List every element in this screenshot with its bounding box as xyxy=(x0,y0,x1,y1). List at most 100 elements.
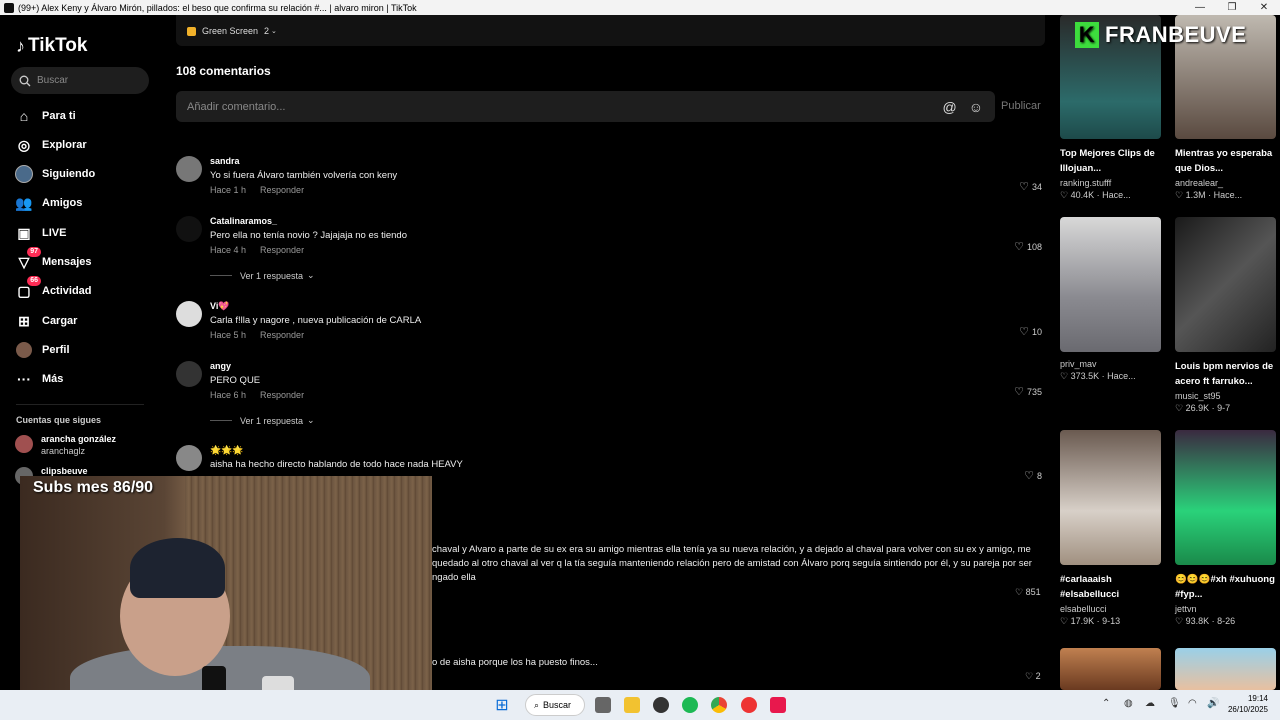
video-card[interactable]: 😊😊😊#xh #xuhuong #fyp... jettvn ♡ 93.8K ·… xyxy=(1175,430,1277,627)
comment-meta: Hace 5 h Responder xyxy=(210,330,304,340)
app-icon[interactable] xyxy=(741,697,757,713)
nav-actividad[interactable]: ▢ 66 Actividad xyxy=(14,276,92,301)
file-explorer-icon[interactable] xyxy=(624,697,640,713)
taskbar-clock[interactable]: 19:14 26/10/2025 xyxy=(1226,693,1268,715)
comment-text: Carla f!lla y nagore , nueva publicación… xyxy=(210,315,422,326)
reply-button[interactable]: Responder xyxy=(260,245,304,255)
nav-para-ti[interactable]: ⌂ Para ti xyxy=(14,106,76,126)
video-card[interactable]: priv_mav ♡ 373.5K · Hace... xyxy=(1060,217,1162,382)
avatar[interactable] xyxy=(176,361,202,387)
avatar[interactable] xyxy=(176,216,202,242)
network-app-icon[interactable]: ◍ xyxy=(1124,698,1133,709)
like-button[interactable]: ♡ 2 xyxy=(1025,671,1041,682)
logo-text: TikTok xyxy=(28,35,88,56)
heart-icon: ♡ xyxy=(1015,587,1026,597)
comment-time: Hace 1 h xyxy=(210,185,247,195)
avatar[interactable] xyxy=(176,156,202,182)
comment-user[interactable]: Catalinaramos_ xyxy=(210,216,277,226)
video-thumbnail xyxy=(1175,430,1276,565)
video-card[interactable]: #carlaaaish #elsabellucci elsabellucci ♡… xyxy=(1060,430,1162,627)
messages-icon: ▽ 97 xyxy=(14,247,41,271)
nav-siguiendo[interactable]: Siguiendo xyxy=(14,164,95,184)
comment-meta: Hace 4 h Responder xyxy=(210,245,304,255)
nav-mas[interactable]: ··· Más xyxy=(14,369,63,389)
comment-user[interactable]: 🌟🌟🌟 xyxy=(210,445,244,456)
nav-explorar[interactable]: ◎ Explorar xyxy=(14,135,87,155)
taskbar-search[interactable]: ⌕ Buscar xyxy=(525,694,585,716)
emoji-icon[interactable]: ☺ xyxy=(969,99,983,115)
comment-user[interactable]: sandra xyxy=(210,156,240,166)
reply-button[interactable]: Responder xyxy=(260,390,304,400)
cloud-icon[interactable]: ☁ xyxy=(1145,698,1155,709)
spotify-icon[interactable] xyxy=(682,697,698,713)
comment-item: Vi💖 Carla f!lla y nagore , nueva publica… xyxy=(176,301,1046,341)
avatar[interactable] xyxy=(176,445,202,471)
upload-icon: ⊞ xyxy=(18,312,30,329)
avatar[interactable] xyxy=(176,301,202,327)
search-input[interactable]: Buscar xyxy=(11,67,149,94)
video-meta: ♡ 373.5K · Hace... xyxy=(1060,371,1136,381)
video-title: Louis bpm nervios de acero ft farruko... xyxy=(1175,361,1274,387)
reply-button[interactable]: Responder xyxy=(260,185,304,195)
publish-button[interactable]: Publicar xyxy=(1001,100,1041,112)
video-thumbnail xyxy=(1175,217,1276,352)
following-account[interactable]: arancha gonzález aranchaglz xyxy=(15,433,116,457)
comment-placeholder: Añadir comentario... xyxy=(187,100,286,113)
obs-icon[interactable] xyxy=(653,697,669,713)
mention-icon[interactable]: @ xyxy=(942,99,956,115)
tiktok-note-icon: ♪ xyxy=(16,35,25,56)
windows-start-icon[interactable]: ⊞ xyxy=(494,697,510,714)
minimize-button[interactable]: — xyxy=(1184,2,1216,13)
home-icon: ⌂ xyxy=(19,108,29,124)
like-button[interactable]: ♡ 34 xyxy=(1019,180,1042,193)
like-count: 8 xyxy=(1036,470,1042,481)
chevron-up-icon[interactable]: ⌃ xyxy=(1102,698,1110,709)
microphone-icon[interactable]: 🎙 xyxy=(1168,698,1181,709)
video-meta: ♡ 1.3M · Hace... xyxy=(1175,190,1243,200)
video-thumbnail xyxy=(1175,648,1276,690)
compass-icon: ◎ xyxy=(17,136,31,153)
nav-label: Más xyxy=(42,373,64,385)
wifi-icon[interactable]: ◠ xyxy=(1188,698,1197,709)
chrome-icon[interactable] xyxy=(711,697,727,713)
like-button[interactable]: ♡ 108 xyxy=(1014,240,1042,253)
video-user: jettvn xyxy=(1175,604,1197,614)
comment-text: Pero ella no tenía novio ? Jajajaja no e… xyxy=(210,230,407,241)
comment-time: Hace 6 h xyxy=(210,390,247,400)
comment-user[interactable]: Vi💖 xyxy=(210,301,230,312)
comment-input[interactable]: Añadir comentario... @ ☺ xyxy=(176,91,995,122)
taskbar-search-label: Buscar xyxy=(543,700,572,710)
view-replies-label: Ver 1 respuesta xyxy=(240,415,304,426)
nav-live[interactable]: ▣ LIVE xyxy=(14,223,66,243)
video-card[interactable] xyxy=(1060,648,1162,690)
video-title: 😊😊😊#xh #xuhuong #fyp... xyxy=(1175,574,1275,600)
task-view-icon[interactable] xyxy=(595,697,611,713)
comment-meta: Hace 6 h Responder xyxy=(210,390,304,400)
nav-label: LIVE xyxy=(42,227,67,239)
comment-user[interactable]: angy xyxy=(210,361,231,371)
like-button[interactable]: ♡ 735 xyxy=(1014,385,1042,398)
like-button[interactable]: ♡ 851 xyxy=(1015,587,1041,598)
close-button[interactable]: ✕ xyxy=(1248,2,1280,13)
green-screen-tag[interactable]: Green Screen 2 ⌄ xyxy=(187,26,277,36)
window-titlebar: (99+) Alex Keny y Álvaro Mirón, pillados… xyxy=(0,0,1280,15)
tiktok-logo[interactable]: ♪ TikTok xyxy=(16,35,87,57)
view-replies-button[interactable]: Ver 1 respuesta ⌄ xyxy=(210,415,315,426)
maximize-button[interactable]: ❐ xyxy=(1216,2,1248,13)
tiktok-taskbar-icon[interactable] xyxy=(770,697,786,713)
nav-perfil[interactable]: Perfil xyxy=(14,340,70,360)
nav-mensajes[interactable]: ▽ 97 Mensajes xyxy=(14,247,92,272)
reply-button[interactable]: Responder xyxy=(260,330,304,340)
nav-cargar[interactable]: ⊞ Cargar xyxy=(14,311,77,331)
video-card[interactable]: Louis bpm nervios de acero ft farruko...… xyxy=(1175,217,1277,414)
video-title: Top Mejores Clips de Illojuan... xyxy=(1060,148,1155,174)
like-button[interactable]: ♡ 10 xyxy=(1019,325,1042,338)
video-info-strip xyxy=(176,15,1045,46)
like-button[interactable]: ♡ 8 xyxy=(1024,469,1042,482)
heart-icon: ♡ xyxy=(1014,386,1024,398)
nav-amigos[interactable]: 👥 Amigos xyxy=(14,193,82,213)
comment-text: aisha ha hecho directo hablando de todo … xyxy=(210,459,463,470)
volume-icon[interactable]: 🔊 xyxy=(1207,698,1219,709)
video-card[interactable] xyxy=(1175,648,1277,690)
view-replies-button[interactable]: Ver 1 respuesta ⌄ xyxy=(210,270,315,281)
